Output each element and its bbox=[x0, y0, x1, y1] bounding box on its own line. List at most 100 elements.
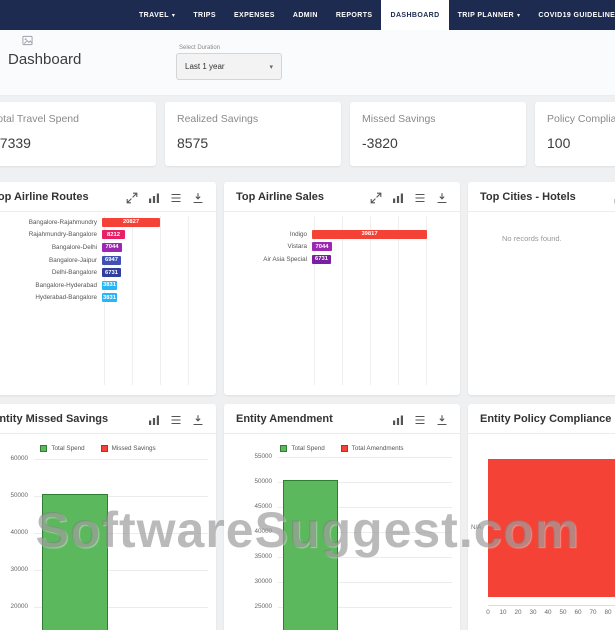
nav-item-covid19-guidelines[interactable]: COVID19 GUIDELINESNew bbox=[529, 0, 615, 30]
table-icon[interactable] bbox=[170, 191, 182, 203]
category-label: Bangalore-Delhi bbox=[0, 244, 102, 251]
empty-state-text: No records found. bbox=[502, 234, 562, 243]
entity-policy-compliance-chart: N/A0102030405060708090100 bbox=[468, 434, 615, 630]
axis-tick-label: 50 bbox=[556, 609, 570, 616]
chart-row: Bangalore-Hyderabad3831 bbox=[0, 279, 216, 292]
bar-total-spend bbox=[283, 480, 338, 630]
axis-tick-label: 60 bbox=[571, 609, 585, 616]
table-icon[interactable] bbox=[414, 413, 426, 425]
nav-item-travel[interactable]: TRAVEL▾ bbox=[130, 0, 184, 30]
top-navbar: TRAVEL▾ TRIPS EXPENSES ADMINREPORTS DASHBOAR… bbox=[0, 0, 615, 30]
chart-row: Air Asia Special6731 bbox=[224, 253, 460, 266]
nav-item-admin[interactable]: ADMIN bbox=[284, 0, 327, 30]
gridline bbox=[278, 457, 452, 458]
panel-header: Top Airline Routes bbox=[0, 182, 216, 212]
chart-row: Bangalore-Delhi7044 bbox=[0, 241, 216, 254]
image-placeholder-icon bbox=[22, 33, 33, 44]
nav-item-label: EXPENSES bbox=[234, 12, 275, 19]
panel-title: Entity Missed Savings bbox=[0, 413, 148, 425]
bar-total-spend bbox=[42, 494, 108, 630]
panel-header: Entity Policy Compliance bbox=[468, 404, 615, 434]
export-icon[interactable] bbox=[192, 191, 204, 203]
category-label: Delhi-Bangalore bbox=[0, 269, 102, 276]
bar-value: 20827 bbox=[123, 219, 139, 225]
chart-legend: Total SpendMissed Savings bbox=[0, 445, 216, 452]
legend-item-total-spend: Total Spend bbox=[40, 445, 84, 452]
chart-row: Bangalore-Rajahmundry 20827 bbox=[0, 216, 216, 229]
panel-header-icons bbox=[148, 413, 204, 425]
bar: 3831 bbox=[102, 293, 117, 302]
axis-tick-label: 0 bbox=[481, 609, 495, 616]
panel-top-cities-hotels: Top Cities - Hotels No records found. bbox=[468, 182, 615, 395]
nav-item-label: TRAVEL bbox=[139, 12, 169, 19]
bar: 3831 bbox=[102, 281, 117, 290]
category-label: Bangalore-Rajahmundry bbox=[0, 219, 102, 226]
kpi-value: -3820 bbox=[362, 135, 514, 151]
export-icon[interactable] bbox=[192, 413, 204, 425]
panel-title: Top Airline Routes bbox=[0, 191, 126, 203]
panel-body: Indigo39817Vistara7044Air Asia Special67… bbox=[224, 212, 460, 395]
legend-item-total-spend: Total Spend bbox=[280, 445, 324, 452]
bar: 20827 bbox=[102, 218, 160, 227]
legend-label: Total Amendments bbox=[352, 445, 404, 452]
table-icon[interactable] bbox=[414, 191, 426, 203]
combo-chart-icon[interactable] bbox=[148, 191, 160, 203]
category-label: Hyderabad-Bangalore bbox=[0, 294, 102, 301]
bar-value: 3831 bbox=[103, 282, 116, 288]
gridline bbox=[34, 459, 208, 460]
panel-header: Entity Missed Savings bbox=[0, 404, 216, 434]
category-label: Bangalore-Hyderabad bbox=[0, 282, 102, 289]
chart-row: Indigo39817 bbox=[224, 228, 460, 241]
chart-row: Vistara7044 bbox=[224, 241, 460, 254]
nav-item-label: TRIP PLANNER bbox=[458, 12, 514, 19]
nav-item-label: DASHBOARD bbox=[390, 12, 439, 19]
axis-tick-label: 60000 bbox=[0, 455, 28, 462]
kpi-value: 100 bbox=[547, 135, 615, 151]
category-label: Vistara bbox=[224, 243, 312, 250]
axis-tick-label: 20 bbox=[511, 609, 525, 616]
table-icon[interactable] bbox=[170, 413, 182, 425]
chart-row: Hyderabad-Bangalore3831 bbox=[0, 292, 216, 305]
export-icon[interactable] bbox=[436, 191, 448, 203]
bar-value: 6947 bbox=[105, 257, 118, 263]
nav-item-label: TRIPS bbox=[193, 12, 216, 19]
axis-tick-label: 30000 bbox=[0, 566, 28, 573]
legend-label: Total Spend bbox=[51, 445, 84, 452]
combo-chart-icon[interactable] bbox=[392, 413, 404, 425]
legend-swatch bbox=[341, 445, 348, 452]
kpi-card-policy-compliance: Policy Compliance 100 bbox=[535, 102, 615, 166]
legend-label: Total Spend bbox=[291, 445, 324, 452]
panel-header-icons bbox=[126, 191, 204, 203]
panel-header: Entity Amendment bbox=[224, 404, 460, 434]
bar: 6731 bbox=[102, 268, 121, 277]
bar: 39817 bbox=[312, 230, 427, 239]
expand-icon[interactable] bbox=[126, 191, 138, 203]
duration-value: Last 1 year bbox=[185, 62, 225, 71]
axis-tick-label: 80 bbox=[601, 609, 615, 616]
chevron-down-icon: ▾ bbox=[172, 12, 175, 19]
duration-select[interactable]: Last 1 year ▾ bbox=[176, 53, 282, 80]
kpi-label: Policy Compliance bbox=[547, 113, 615, 125]
nav-item-expenses[interactable]: EXPENSES bbox=[225, 0, 284, 30]
nav-item-reports[interactable]: REPORTS bbox=[327, 0, 382, 30]
expand-icon[interactable] bbox=[370, 191, 382, 203]
kpi-label: Total Travel Spend bbox=[0, 113, 144, 125]
nav-item-dashboard[interactable]: DASHBOARD bbox=[381, 0, 448, 30]
bar: 7044 bbox=[312, 242, 332, 251]
panel-top-airline-sales: Top Airline Sales Indigo39817Vistara7044… bbox=[224, 182, 460, 395]
nav-item-trips[interactable]: TRIPS bbox=[184, 0, 225, 30]
export-icon[interactable] bbox=[436, 413, 448, 425]
bar: 8212 bbox=[102, 230, 125, 239]
kpi-value: 57339 bbox=[0, 135, 144, 151]
axis-tick-label: 20000 bbox=[0, 603, 28, 610]
panel-header-icons bbox=[392, 413, 448, 425]
combo-chart-icon[interactable] bbox=[392, 191, 404, 203]
panel-entity-missed-savings: Entity Missed Savings Total SpendMissed … bbox=[0, 404, 216, 630]
axis-tick-label: 40000 bbox=[0, 529, 28, 536]
panel-top-airline-routes: Top Airline Routes Bangalore-Rajahmundry… bbox=[0, 182, 216, 395]
nav-item-trip-planner[interactable]: TRIP PLANNER▾ bbox=[449, 0, 530, 30]
bar-value: 39817 bbox=[361, 231, 377, 237]
category-label: Air Asia Special bbox=[224, 256, 312, 263]
bar: 7044 bbox=[102, 243, 122, 252]
combo-chart-icon[interactable] bbox=[148, 413, 160, 425]
